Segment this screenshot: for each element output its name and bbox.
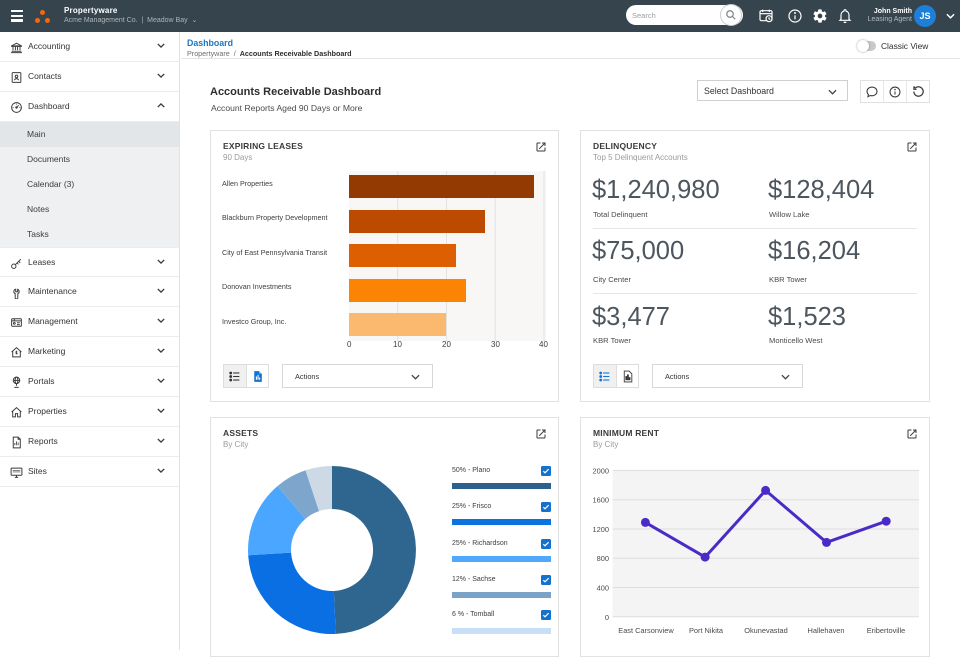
svg-text:1200: 1200 — [593, 525, 609, 534]
svg-text:Okunevastad: Okunevastad — [744, 626, 788, 635]
svg-text:Port Nikita: Port Nikita — [689, 626, 724, 635]
svg-text:800: 800 — [597, 554, 609, 563]
svg-text:400: 400 — [597, 584, 609, 593]
svg-text:Eribertoville: Eribertoville — [867, 626, 906, 635]
svg-text:East Carsonview: East Carsonview — [618, 626, 674, 635]
svg-text:0: 0 — [605, 613, 609, 622]
svg-text:2000: 2000 — [593, 466, 609, 475]
svg-text:1600: 1600 — [593, 496, 609, 505]
svg-text:Hallehaven: Hallehaven — [808, 626, 845, 635]
